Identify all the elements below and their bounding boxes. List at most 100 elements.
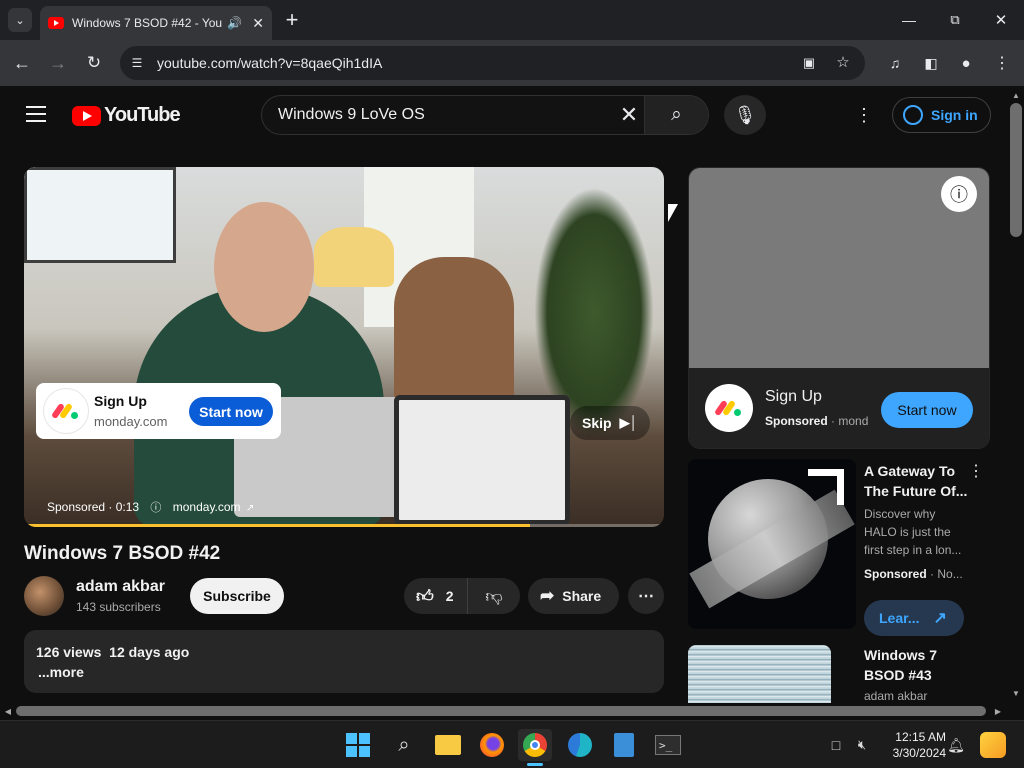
monday-logo-icon: [705, 384, 753, 432]
bookmark-star-icon[interactable]: ☆: [834, 53, 852, 71]
minimize-button[interactable]: —: [896, 8, 922, 32]
tab-title: Windows 7 BSOD #42 - You: [72, 16, 223, 30]
profile-icon[interactable]: ●: [955, 52, 977, 74]
recommendation-item[interactable]: A Gateway To The Future Of... ⋮ Discover…: [688, 459, 990, 636]
search-box[interactable]: Windows 9 LoVe OS ✕ ⌕: [261, 95, 709, 135]
sidebar-ad-card[interactable]: ⓘ Sign Up Sponsored · mond Start now: [688, 167, 990, 449]
description-box[interactable]: 126 views 12 days ago ...more: [24, 630, 664, 693]
rec-title-line-1: Windows 7: [864, 647, 937, 663]
sidebar-ad-domain: mond: [838, 414, 869, 428]
install-app-icon[interactable]: ▣: [800, 54, 818, 72]
search-input[interactable]: Windows 9 LoVe OS: [278, 106, 425, 124]
skip-label: Skip: [582, 415, 612, 431]
video-player[interactable]: Sign Up monday.com Start now Skip ▶│ Spo…: [24, 167, 664, 527]
horizontal-scroll-thumb[interactable]: [16, 706, 986, 716]
address-bar[interactable]: ☰ youtube.com/watch?v=8qaeQih1dIA ▣ ☆: [120, 46, 865, 80]
channel-avatar[interactable]: [24, 576, 64, 616]
ad-start-now-button[interactable]: Start now: [189, 397, 273, 426]
ad-progress-track[interactable]: [24, 524, 664, 527]
reload-button[interactable]: ↻: [80, 50, 108, 76]
horizontal-scrollbar[interactable]: ◀ ▶: [0, 703, 1008, 719]
scroll-left-arrow-icon[interactable]: ◀: [2, 705, 14, 717]
like-button[interactable]: 👍︎ 2: [404, 578, 468, 614]
rec-desc-line-1: Discover why: [864, 507, 936, 521]
player-ad-card[interactable]: Sign Up monday.com Start now: [36, 383, 281, 439]
rec-learn-more-button[interactable]: Lear... ↗: [864, 600, 964, 636]
windows-start-icon[interactable]: [342, 729, 374, 761]
new-tab-button[interactable]: +: [280, 7, 304, 32]
wall-monitor-image: [24, 167, 176, 263]
like-dislike-group: 👍︎ 2 👎︎: [404, 578, 520, 614]
browser-menu-icon[interactable]: ⋮: [992, 52, 1012, 74]
file-explorer-icon[interactable]: [432, 729, 464, 761]
recommendation-item[interactable]: Windows 7 BSOD #43 adam akbar: [688, 645, 990, 703]
firefox-icon[interactable]: [476, 729, 508, 761]
lamp-image: [314, 227, 394, 287]
media-control-icon[interactable]: ♫: [884, 52, 906, 74]
copilot-icon[interactable]: [980, 732, 1006, 758]
more-actions-button[interactable]: ⋯: [628, 578, 664, 614]
scroll-down-arrow-icon[interactable]: ▼: [1010, 687, 1022, 699]
close-window-button[interactable]: ✕: [988, 8, 1014, 32]
terminal-icon[interactable]: >_: [652, 729, 684, 761]
sponsored-time-label: Sponsored · 0:13: [47, 500, 140, 514]
rec-sponsor-meta: Sponsored · No...: [864, 567, 963, 581]
side-panel-icon[interactable]: ◧: [920, 52, 942, 74]
channel-name[interactable]: adam akbar: [76, 578, 165, 596]
learn-more-label: Lear...: [879, 610, 920, 626]
chrome-icon[interactable]: [518, 729, 552, 761]
browser-tab[interactable]: Windows 7 BSOD #42 - You 🔊 ✕: [40, 6, 272, 40]
subscribe-button[interactable]: Subscribe: [190, 578, 284, 614]
scroll-right-arrow-icon[interactable]: ▶: [992, 705, 1004, 717]
system-clock[interactable]: 12:15 AM 3/30/2024: [884, 729, 946, 761]
browser-toolbar: ← → ↻ ☰ youtube.com/watch?v=8qaeQih1dIA …: [0, 40, 1024, 86]
rec-thumbnail[interactable]: [688, 645, 831, 703]
back-button[interactable]: ←: [8, 50, 36, 76]
sidebar-start-now-button[interactable]: Start now: [881, 392, 973, 428]
external-link-icon: ↗: [933, 610, 947, 627]
sidebar-ad-title: Sign Up: [765, 388, 822, 405]
rec-menu-icon[interactable]: ⋮: [968, 461, 984, 481]
hamburger-menu-icon[interactable]: [26, 106, 46, 122]
network-display-icon[interactable]: □: [826, 735, 846, 755]
rec-desc-line-3: first step in a lon...: [864, 543, 962, 557]
clear-search-icon[interactable]: ✕: [616, 102, 642, 127]
sponsored-label: Sponsored: [765, 414, 828, 428]
tab-search-chevron-icon[interactable]: ⌄: [8, 8, 32, 32]
dislike-button[interactable]: 👎︎: [468, 578, 520, 614]
rec-title-line-2: BSOD #43: [864, 667, 932, 683]
search-button[interactable]: ⌕: [644, 96, 708, 134]
sign-in-button[interactable]: Sign in: [892, 97, 991, 133]
volume-muted-icon[interactable]: 🔇︎: [852, 735, 872, 755]
edge-icon[interactable]: [564, 729, 596, 761]
windows-taskbar: ⌕ >_ □ 🔇︎ 12:15 AM 3/30/2024 🔔︎: [0, 720, 1024, 768]
tab-close-icon[interactable]: ✕: [252, 15, 264, 32]
ad-cta-title: Sign Up: [94, 393, 147, 409]
chrome-active-indicator: [527, 763, 543, 766]
vertical-scrollbar[interactable]: ▲ ▼: [1008, 87, 1024, 703]
search-icon[interactable]: ⌕: [388, 729, 420, 761]
ad-info-button[interactable]: ⓘ: [941, 176, 977, 212]
scroll-up-arrow-icon[interactable]: ▲: [1010, 89, 1022, 101]
vertical-scroll-thumb[interactable]: [1010, 103, 1022, 237]
notification-bell-icon[interactable]: 🔔︎: [946, 735, 966, 755]
sign-in-label: Sign in: [931, 107, 978, 123]
notepad-icon[interactable]: [608, 729, 640, 761]
ad-info-icon[interactable]: ⓘ: [150, 502, 161, 514]
restore-button[interactable]: ⧉: [942, 8, 968, 32]
browser-tab-bar: ⌄ Windows 7 BSOD #42 - You 🔊 ✕ + — ⧉ ✕: [0, 0, 1024, 40]
rec-thumbnail[interactable]: [688, 459, 856, 629]
clock-time: 12:15 AM: [895, 730, 946, 744]
show-more-link[interactable]: ...more: [38, 664, 84, 680]
share-button[interactable]: ➦ Share: [528, 578, 619, 614]
sidebar-ad-body: Sign Up Sponsored · mond Start now: [689, 368, 989, 448]
site-info-icon[interactable]: ☰: [128, 54, 146, 72]
voice-search-mic-icon[interactable]: 🎙: [724, 95, 766, 135]
laptop-screen-image: [394, 395, 570, 525]
sponsor-link[interactable]: monday.com: [173, 500, 241, 514]
skip-ad-button[interactable]: Skip ▶│: [570, 406, 650, 440]
youtube-logo[interactable]: YouTube: [72, 104, 181, 127]
view-date-text: 126 views 12 days ago: [36, 644, 190, 660]
forward-button[interactable]: →: [44, 50, 72, 76]
settings-more-icon[interactable]: ⋮: [852, 103, 876, 127]
